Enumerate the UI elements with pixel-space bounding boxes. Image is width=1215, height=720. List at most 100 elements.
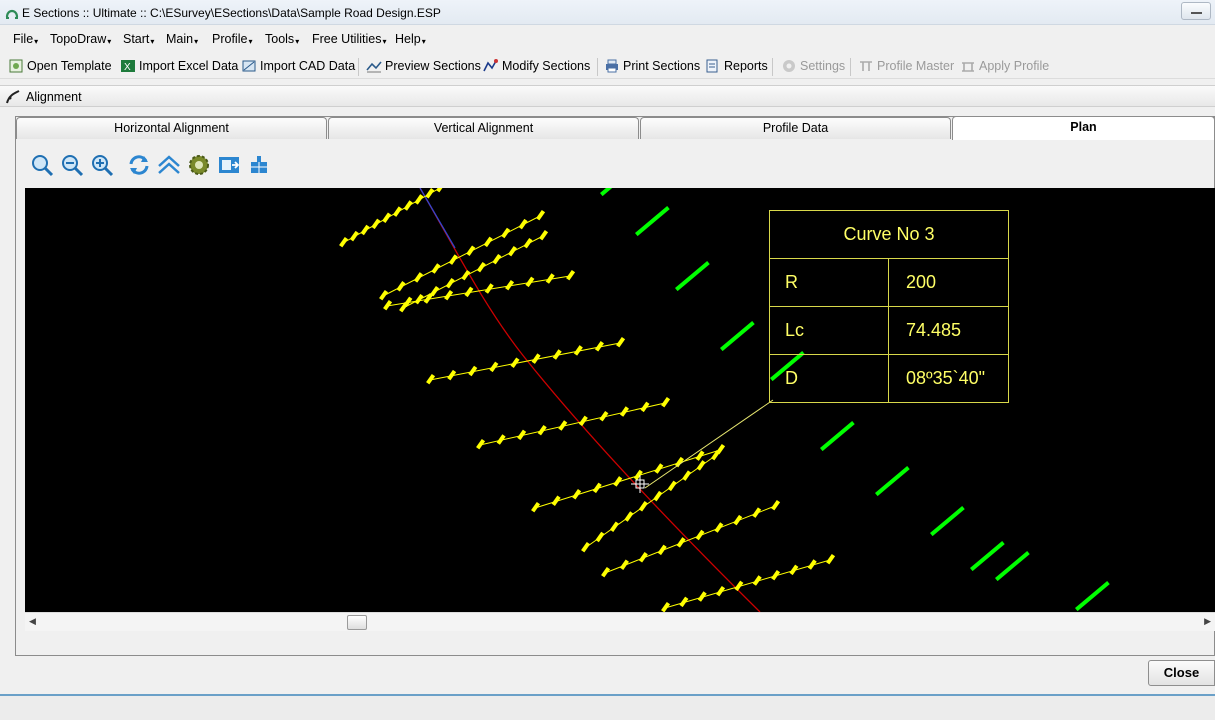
reports-button[interactable]: Reports bbox=[705, 56, 768, 76]
section-tick bbox=[682, 470, 692, 481]
refresh-icon[interactable] bbox=[127, 153, 151, 177]
curve-row: Lc 74.485 bbox=[770, 307, 1008, 355]
section-line bbox=[534, 449, 721, 509]
settings-gear-icon[interactable] bbox=[187, 153, 211, 177]
section-tick bbox=[661, 396, 671, 408]
section-tick bbox=[448, 254, 458, 265]
section-tick bbox=[653, 490, 663, 502]
section-tick bbox=[624, 511, 634, 522]
menu-profile[interactable]: Profile▾ bbox=[212, 32, 252, 46]
section-tick bbox=[339, 236, 349, 248]
curve-info-table: Curve No 3 R 200 Lc 74.485 D 08º35`40" bbox=[769, 210, 1009, 403]
cad-icon bbox=[242, 60, 256, 72]
section-tick bbox=[539, 229, 549, 241]
section-tick bbox=[595, 531, 605, 543]
section-tick bbox=[619, 559, 629, 570]
scroll-left-icon[interactable]: ◀ bbox=[29, 616, 36, 627]
leader-line bbox=[644, 399, 774, 489]
station-label bbox=[675, 261, 710, 292]
section-tick bbox=[657, 544, 667, 556]
zoom-in-icon[interactable] bbox=[90, 153, 114, 177]
scroll-right-icon[interactable]: ▶ bbox=[1204, 616, 1211, 627]
section-line bbox=[479, 402, 666, 446]
section-tick bbox=[425, 188, 435, 199]
section-tick bbox=[349, 230, 359, 242]
section-tick bbox=[566, 269, 576, 281]
station-label bbox=[875, 466, 910, 497]
zoom-out-icon[interactable] bbox=[60, 153, 84, 177]
menu-free-utilities[interactable]: Free Utilities▾ bbox=[312, 32, 386, 46]
section-tick bbox=[638, 552, 648, 563]
station-label bbox=[720, 321, 755, 352]
section-tick bbox=[676, 537, 686, 548]
section-line bbox=[382, 215, 541, 297]
printer-icon bbox=[606, 59, 618, 73]
station-label bbox=[600, 188, 635, 197]
print-sections-button[interactable]: Print Sections bbox=[604, 56, 700, 76]
import-excel-button[interactable]: X Import Excel Data bbox=[120, 56, 238, 76]
scroll-thumb[interactable] bbox=[347, 615, 367, 630]
section-tick bbox=[431, 263, 441, 274]
section-tick bbox=[507, 245, 517, 257]
svg-text:X: X bbox=[124, 62, 131, 73]
section-tick bbox=[392, 206, 402, 217]
section-tick bbox=[476, 261, 486, 273]
settings-gear-icon bbox=[783, 60, 795, 72]
curve-row: R 200 bbox=[770, 259, 1008, 307]
import-cad-button[interactable]: Import CAD Data bbox=[241, 56, 355, 76]
alignment-icon bbox=[6, 90, 20, 104]
station-label bbox=[1075, 581, 1110, 612]
section-tick bbox=[436, 188, 446, 193]
section-tick bbox=[638, 501, 648, 512]
menu-tools[interactable]: Tools▾ bbox=[265, 32, 299, 46]
zoom-window-icon[interactable] bbox=[30, 153, 54, 177]
menu-main[interactable]: Main▾ bbox=[166, 32, 198, 46]
section-tick bbox=[382, 212, 392, 223]
section-tick bbox=[523, 237, 533, 249]
menu-topodraw[interactable]: TopoDraw▾ bbox=[50, 32, 111, 46]
export-icon[interactable] bbox=[217, 153, 241, 177]
section-tick bbox=[492, 253, 502, 265]
tab-plan[interactable]: Plan bbox=[952, 116, 1215, 140]
section-tick bbox=[609, 521, 619, 532]
menu-file[interactable]: File▾ bbox=[13, 32, 38, 46]
profile-master-button[interactable]: Profile Master bbox=[858, 56, 954, 76]
modify-sections-button[interactable]: Modify Sections bbox=[483, 56, 590, 76]
section-tick bbox=[414, 194, 424, 205]
curve-title: Curve No 3 bbox=[770, 211, 1008, 259]
open-template-icon bbox=[9, 59, 23, 73]
curve-row: D 08º35`40" bbox=[770, 355, 1008, 403]
menu-help[interactable]: Help▾ bbox=[395, 32, 426, 46]
station-label bbox=[635, 206, 670, 237]
apply-profile-button[interactable]: Apply Profile bbox=[960, 56, 1049, 76]
close-button[interactable]: Close bbox=[1148, 660, 1215, 686]
section-tick bbox=[536, 209, 546, 221]
settings-button[interactable]: Settings bbox=[781, 56, 845, 76]
tab-profile-data[interactable]: Profile Data bbox=[640, 117, 951, 139]
section-tick bbox=[461, 269, 471, 281]
minimize-button[interactable] bbox=[1181, 2, 1211, 20]
section-line bbox=[429, 342, 621, 381]
tab-horizontal-alignment[interactable]: Horizontal Alignment bbox=[16, 117, 327, 139]
menu-start[interactable]: Start▾ bbox=[123, 32, 154, 46]
grid-icon[interactable] bbox=[247, 153, 271, 177]
preview-sections-button[interactable]: Preview Sections bbox=[366, 56, 481, 76]
panel-title: Alignment bbox=[26, 90, 82, 104]
plan-canvas[interactable]: Curve No 3 R 200 Lc 74.485 D 08º35`40" bbox=[25, 188, 1215, 612]
modify-icon bbox=[483, 59, 498, 72]
section-tick bbox=[414, 293, 424, 305]
section-tick bbox=[445, 277, 455, 289]
curve-key: R bbox=[770, 259, 889, 306]
section-tick bbox=[371, 218, 381, 230]
station-label bbox=[820, 421, 855, 452]
horizontal-scrollbar[interactable]: ◀ ▶ bbox=[25, 612, 1215, 631]
status-bar bbox=[0, 694, 1215, 720]
section-tick bbox=[483, 236, 493, 248]
curve-value: 200 bbox=[906, 272, 937, 292]
open-template-button[interactable]: Open Template bbox=[8, 56, 112, 76]
tab-vertical-alignment[interactable]: Vertical Alignment bbox=[328, 117, 639, 139]
section-tick bbox=[518, 218, 528, 230]
section-tick bbox=[379, 289, 389, 301]
section-line bbox=[664, 559, 831, 609]
chevron-up-icon[interactable] bbox=[157, 153, 181, 177]
